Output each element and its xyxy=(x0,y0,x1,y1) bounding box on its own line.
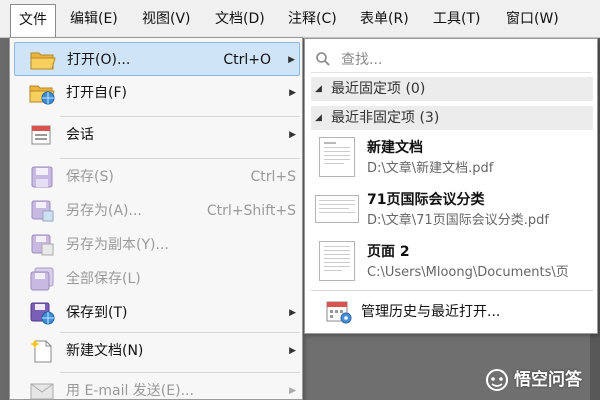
menu-item-label: 全部保存(L) xyxy=(66,271,141,287)
recent-file-item[interactable]: 71页国际会议分类 D:\文章\71页国际会议分类.pdf xyxy=(311,185,593,233)
menu-item-save[interactable]: 保存(S) Ctrl+S xyxy=(14,160,300,194)
menu-item-save-all[interactable]: 全部保存(L) xyxy=(14,262,300,296)
menu-item-new-document[interactable]: 新建文档(N) ▶ xyxy=(14,334,300,368)
session-icon xyxy=(28,123,56,147)
unpinned-group-header[interactable]: ◢ 最近非固定项 (3) xyxy=(311,106,593,130)
recent-file-path: D:\文章\71页国际会议分类.pdf xyxy=(367,213,549,228)
menu-document[interactable]: 文档(D) xyxy=(215,4,265,34)
save-as-icon xyxy=(28,199,56,223)
search-icon xyxy=(315,51,331,67)
menubar: 文件 编辑(E) 视图(V) 文档(D) 注释(C) 表单(R) 工具(T) 窗… xyxy=(0,0,600,38)
search-placeholder: 查找... xyxy=(341,52,383,68)
menu-item-label: 用 E-mail 发送(E)... xyxy=(66,383,194,399)
menu-item-save-copy[interactable]: 另存为副本(Y)... xyxy=(14,228,300,262)
shortcut-label: Ctrl+O xyxy=(223,52,271,68)
menu-item-label: 打开(O)... xyxy=(67,52,131,68)
recent-file-name: 71页国际会议分类 xyxy=(367,192,485,208)
group-label: 最近固定项 (0) xyxy=(331,81,426,97)
calendar-gear-icon xyxy=(325,299,353,325)
save-all-icon xyxy=(28,267,56,291)
save-copy-icon xyxy=(28,233,56,257)
menu-item-open[interactable]: 打开(O)... Ctrl+O ▶ xyxy=(14,42,300,76)
submenu-arrow-icon: ▶ xyxy=(288,55,295,65)
menu-item-label: 打开自(F) xyxy=(66,85,127,101)
file-menu: 打开(O)... Ctrl+O ▶ 打开自(F) ▶ 会话 ▶ 保存(S) Ct… xyxy=(9,37,303,400)
document-thumbnail-icon xyxy=(319,137,355,177)
menu-item-open-from[interactable]: 打开自(F) ▶ xyxy=(14,76,300,110)
open-submenu: 查找... ◢ 最近固定项 (0) ◢ 最近非固定项 (3) 新建文档 D:\文… xyxy=(304,38,598,334)
recent-file-item[interactable]: 新建文档 D:\文章\新建文档.pdf xyxy=(311,133,593,181)
menu-separator xyxy=(60,332,300,333)
menu-tools[interactable]: 工具(T) xyxy=(433,4,480,34)
watermark-text: 悟空问答 xyxy=(514,370,582,390)
menu-separator xyxy=(60,116,300,117)
save-to-icon xyxy=(28,301,56,325)
document-thumbnail-icon xyxy=(315,195,359,223)
folder-globe-icon xyxy=(28,81,56,105)
save-icon xyxy=(28,165,56,189)
submenu-arrow-icon: ▶ xyxy=(289,130,296,140)
recent-file-name: 新建文档 xyxy=(367,140,423,156)
menu-separator xyxy=(60,158,300,159)
menu-item-label: 保存(S) xyxy=(66,169,114,185)
menu-item-save-as[interactable]: 另存为(A)... Ctrl+Shift+S xyxy=(14,194,300,228)
submenu-separator xyxy=(311,290,593,291)
shortcut-label: Ctrl+S xyxy=(250,169,296,185)
menu-separator xyxy=(60,372,300,373)
collapse-triangle-icon: ◢ xyxy=(315,84,322,94)
menu-comment[interactable]: 注释(C) xyxy=(288,4,337,34)
folder-open-icon xyxy=(29,48,57,72)
menu-item-email[interactable]: 用 E-mail 发送(E)... ▶ xyxy=(14,374,300,400)
submenu-arrow-icon: ▶ xyxy=(289,346,296,356)
menu-item-label: 另存为(A)... xyxy=(66,203,142,219)
menu-item-label: 会话 xyxy=(66,127,94,143)
shortcut-label: Ctrl+Shift+S xyxy=(206,203,296,219)
menu-window[interactable]: 窗口(W) xyxy=(506,4,559,34)
menu-item-session[interactable]: 会话 ▶ xyxy=(14,118,300,152)
menu-edit[interactable]: 编辑(E) xyxy=(70,4,118,34)
recent-file-path: D:\文章\新建文档.pdf xyxy=(367,161,494,176)
menu-form[interactable]: 表单(R) xyxy=(360,4,409,34)
submenu-arrow-icon: ▶ xyxy=(289,308,296,318)
group-label: 最近非固定项 (3) xyxy=(331,110,440,126)
submenu-arrow-icon: ▶ xyxy=(289,386,296,396)
recent-file-name: 页面 2 xyxy=(367,244,410,260)
watermark-logo-icon xyxy=(484,368,510,392)
menu-item-save-to[interactable]: 保存到(T) ▶ xyxy=(14,296,300,330)
manage-history-label: 管理历史与最近打开... xyxy=(361,304,501,320)
submenu-arrow-icon: ▶ xyxy=(289,88,296,98)
menu-item-label: 另存为副本(Y)... xyxy=(66,237,169,253)
watermark: 悟空问答 xyxy=(484,365,596,395)
menu-view[interactable]: 视图(V) xyxy=(142,4,191,34)
menu-item-label: 新建文档(N) xyxy=(66,343,144,359)
menu-item-label: 保存到(T) xyxy=(66,305,128,321)
collapse-triangle-icon: ◢ xyxy=(315,113,322,123)
manage-history-item[interactable]: 管理历史与最近打开... xyxy=(311,295,593,329)
menu-file[interactable]: 文件 xyxy=(10,4,56,38)
email-icon xyxy=(28,379,56,400)
recent-file-path: C:\Users\Mloong\Documents\页 xyxy=(367,265,569,280)
search-field[interactable]: 查找... xyxy=(311,47,591,73)
pinned-group-header[interactable]: ◢ 最近固定项 (0) xyxy=(311,77,593,101)
new-document-icon xyxy=(28,339,56,363)
document-thumbnail-icon xyxy=(319,241,355,281)
recent-file-item[interactable]: 页面 2 C:\Users\Mloong\Documents\页 xyxy=(311,237,593,285)
